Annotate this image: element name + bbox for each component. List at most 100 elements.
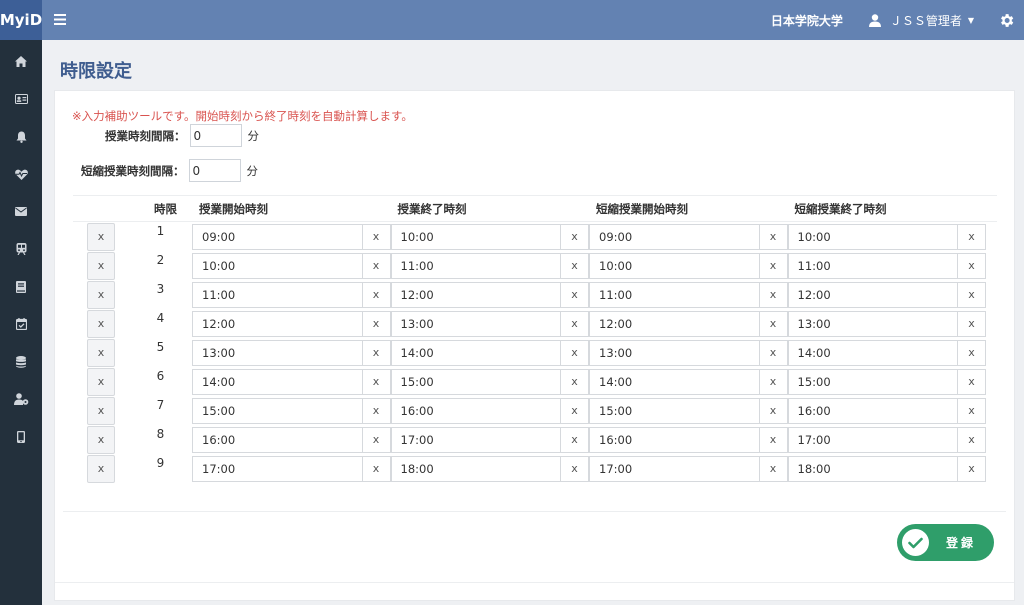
clear-time-button[interactable]: x	[758, 455, 788, 482]
delete-row-button[interactable]: x	[87, 454, 115, 483]
clear-time-button[interactable]: x	[361, 455, 391, 482]
short-end-time-input[interactable]: 15:00	[787, 368, 957, 395]
sidebar-item-transit[interactable]	[0, 231, 42, 269]
clear-time-button[interactable]: x	[560, 252, 589, 279]
end-time-input[interactable]: 12:00	[390, 281, 560, 308]
delete-row-button[interactable]: x	[87, 251, 115, 280]
interval-input[interactable]	[189, 124, 242, 147]
sidebar-item-database[interactable]	[0, 343, 42, 381]
short-end-time-input[interactable]: 18:00	[787, 455, 957, 482]
settings-gear-icon[interactable]	[998, 12, 1015, 29]
clear-time-button[interactable]: x	[957, 368, 986, 395]
end-time-input[interactable]: 15:00	[390, 368, 560, 395]
clear-time-button[interactable]: x	[560, 368, 589, 395]
clear-time-button[interactable]: x	[957, 339, 986, 366]
menu-toggle-icon[interactable]	[54, 11, 66, 29]
short-start-time-input[interactable]: 13:00	[589, 339, 759, 366]
sidebar-item-attendance[interactable]	[0, 306, 42, 344]
start-time-input[interactable]: 10:00	[192, 252, 362, 279]
start-time-input[interactable]: 12:00	[192, 310, 362, 337]
end-time-input[interactable]: 18:00	[390, 455, 560, 482]
short-start-time-input[interactable]: 12:00	[589, 310, 759, 337]
clear-time-button[interactable]: x	[957, 310, 986, 337]
clear-time-button[interactable]: x	[361, 368, 391, 395]
clear-time-button[interactable]: x	[361, 252, 391, 279]
short-interval-input[interactable]	[188, 159, 241, 182]
clear-time-button[interactable]: x	[361, 281, 391, 308]
start-time-input[interactable]: 16:00	[192, 426, 362, 453]
short-start-time-input[interactable]: 16:00	[589, 426, 759, 453]
delete-row-button[interactable]: x	[87, 338, 115, 367]
short-end-time-input[interactable]: 10:00	[787, 223, 957, 250]
sidebar-item-book[interactable]	[0, 268, 42, 306]
short-start-time-input[interactable]: 14:00	[589, 368, 759, 395]
clear-time-button[interactable]: x	[758, 281, 788, 308]
start-time-input[interactable]: 14:00	[192, 368, 362, 395]
short-end-time-input[interactable]: 14:00	[787, 339, 957, 366]
clear-time-button[interactable]: x	[560, 310, 589, 337]
clear-time-button[interactable]: x	[957, 397, 986, 424]
sidebar-item-notifications[interactable]	[0, 118, 42, 156]
end-time-input[interactable]: 11:00	[390, 252, 560, 279]
clear-time-button[interactable]: x	[560, 223, 589, 250]
clear-time-button[interactable]: x	[560, 455, 589, 482]
user-menu[interactable]: ＪＳＳ管理者 ▼	[868, 12, 974, 29]
clear-time-button[interactable]: x	[361, 426, 391, 453]
brand-logo[interactable]: MyiD	[0, 0, 42, 40]
clear-time-button[interactable]: x	[361, 223, 391, 250]
short-end-time-input[interactable]: 16:00	[787, 397, 957, 424]
delete-row-button[interactable]: x	[87, 222, 115, 251]
clear-time-button[interactable]: x	[560, 426, 589, 453]
clear-time-button[interactable]: x	[560, 281, 589, 308]
short-start-time-input[interactable]: 15:00	[589, 397, 759, 424]
short-end-time-input[interactable]: 17:00	[787, 426, 957, 453]
end-time-input[interactable]: 13:00	[390, 310, 560, 337]
start-time-input[interactable]: 11:00	[192, 281, 362, 308]
clear-time-button[interactable]: x	[957, 426, 986, 453]
clear-time-button[interactable]: x	[758, 426, 788, 453]
clear-time-button[interactable]: x	[560, 339, 589, 366]
short-end-time-input[interactable]: 12:00	[787, 281, 957, 308]
delete-row-button[interactable]: x	[87, 309, 115, 338]
delete-row-button[interactable]: x	[87, 367, 115, 396]
clear-time-button[interactable]: x	[758, 310, 788, 337]
clear-time-button[interactable]: x	[758, 339, 788, 366]
delete-row-button[interactable]: x	[87, 425, 115, 454]
clear-time-button[interactable]: x	[957, 223, 986, 250]
clear-time-button[interactable]: x	[957, 252, 986, 279]
register-button[interactable]: 登録	[897, 524, 994, 561]
period-number: 8	[156, 427, 165, 441]
clear-time-button[interactable]: x	[758, 223, 788, 250]
delete-row-button[interactable]: x	[87, 280, 115, 309]
short-start-time-input[interactable]: 09:00	[589, 223, 759, 250]
end-time-input[interactable]: 16:00	[390, 397, 560, 424]
end-time-input[interactable]: 14:00	[390, 339, 560, 366]
short-start-time-input[interactable]: 17:00	[589, 455, 759, 482]
short-end-time-input[interactable]: 11:00	[787, 252, 957, 279]
start-time-input[interactable]: 09:00	[192, 223, 362, 250]
end-time-input[interactable]: 17:00	[390, 426, 560, 453]
short-start-time-input[interactable]: 11:00	[589, 281, 759, 308]
clear-time-button[interactable]: x	[957, 455, 986, 482]
clear-time-button[interactable]: x	[361, 310, 391, 337]
start-time-input[interactable]: 17:00	[192, 455, 362, 482]
clear-time-button[interactable]: x	[560, 397, 589, 424]
clear-time-button[interactable]: x	[957, 281, 986, 308]
sidebar-item-home[interactable]	[0, 43, 42, 81]
clear-time-button[interactable]: x	[758, 252, 788, 279]
clear-time-button[interactable]: x	[758, 397, 788, 424]
start-time-input[interactable]: 15:00	[192, 397, 362, 424]
start-time-input[interactable]: 13:00	[192, 339, 362, 366]
delete-row-button[interactable]: x	[87, 396, 115, 425]
sidebar-item-mobile[interactable]	[0, 418, 42, 456]
short-start-time-input[interactable]: 10:00	[589, 252, 759, 279]
sidebar-item-user-settings[interactable]	[0, 381, 42, 419]
clear-time-button[interactable]: x	[361, 397, 391, 424]
sidebar-item-id-card[interactable]	[0, 81, 42, 119]
clear-time-button[interactable]: x	[758, 368, 788, 395]
sidebar-item-messages[interactable]	[0, 193, 42, 231]
sidebar-item-health[interactable]	[0, 156, 42, 194]
end-time-input[interactable]: 10:00	[390, 223, 560, 250]
short-end-time-input[interactable]: 13:00	[787, 310, 957, 337]
clear-time-button[interactable]: x	[361, 339, 391, 366]
